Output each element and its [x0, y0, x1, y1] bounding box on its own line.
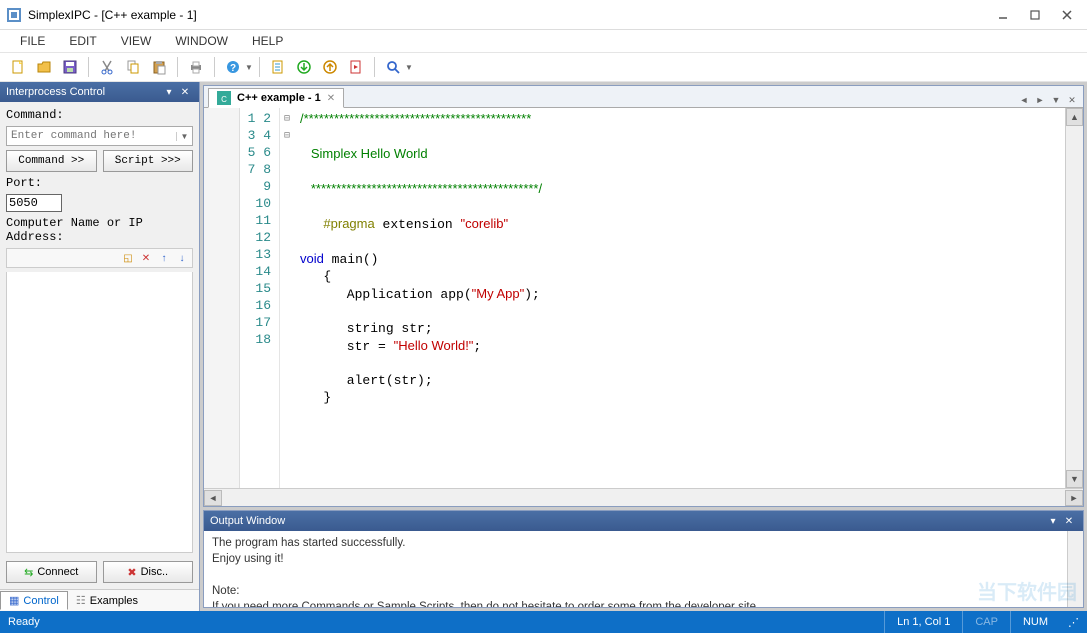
address-list[interactable]: [6, 272, 193, 553]
toolbar: ? ▼ ▼: [0, 52, 1087, 82]
status-ready: Ready: [8, 616, 884, 628]
copy-icon[interactable]: [121, 55, 145, 79]
add-icon[interactable]: ◱: [120, 250, 136, 266]
close-button[interactable]: [1053, 5, 1081, 25]
left-panel-tabs: ▦Control ☷Examples: [0, 589, 199, 611]
command-input[interactable]: [7, 130, 176, 142]
search-icon[interactable]: [381, 55, 405, 79]
margin-column: [204, 108, 240, 488]
command-combo[interactable]: ▼: [6, 126, 193, 146]
menu-window[interactable]: WINDOW: [165, 32, 238, 50]
open-folder-icon[interactable]: [32, 55, 56, 79]
move-up-icon[interactable]: ↑: [156, 250, 172, 266]
menu-view[interactable]: VIEW: [111, 32, 162, 50]
editor-pane: C C++ example - 1 ✕ ◄ ► ▼ ✕ 1 2 3 4 5 6 …: [203, 85, 1084, 507]
tab-close-icon[interactable]: ✕: [327, 93, 335, 104]
left-panel: Interprocess Control ▾ ✕ Command: ▼ Comm…: [0, 82, 200, 611]
svg-text:C: C: [221, 95, 227, 104]
paste-icon[interactable]: [147, 55, 171, 79]
connect-icon: ⇆: [24, 566, 33, 579]
svg-text:?: ?: [230, 63, 236, 74]
combo-dropdown-icon[interactable]: ▼: [176, 132, 192, 141]
right-panel: C C++ example - 1 ✕ ◄ ► ▼ ✕ 1 2 3 4 5 6 …: [200, 82, 1087, 611]
code-editor[interactable]: 1 2 3 4 5 6 7 8 9 10 11 12 13 14 15 16 1…: [204, 108, 1083, 488]
editor-horizontal-scrollbar[interactable]: ◄ ►: [204, 488, 1083, 506]
status-num: NUM: [1010, 611, 1060, 633]
exec-icon[interactable]: [344, 55, 368, 79]
separator: [259, 57, 260, 77]
editor-tab[interactable]: C C++ example - 1 ✕: [208, 88, 344, 108]
address-list-toolbar: ◱ ✕ ↑ ↓: [6, 248, 193, 268]
new-file-icon[interactable]: [6, 55, 30, 79]
tab-next-icon[interactable]: ►: [1033, 93, 1047, 107]
connect-button[interactable]: ⇆Connect: [6, 561, 97, 583]
cpp-file-icon: C: [217, 91, 231, 105]
save-icon[interactable]: [58, 55, 82, 79]
dropdown-icon[interactable]: ▼: [245, 63, 253, 72]
ipc-panel-header: Interprocess Control ▾ ✕: [0, 82, 199, 102]
tab-menu-icon[interactable]: ▼: [1049, 93, 1063, 107]
command-label: Command:: [6, 108, 193, 122]
separator: [214, 57, 215, 77]
scroll-left-icon[interactable]: ◄: [204, 490, 222, 506]
scroll-up-icon[interactable]: ▲: [1066, 108, 1083, 126]
maximize-button[interactable]: [1021, 5, 1049, 25]
scroll-right-icon[interactable]: ►: [1065, 490, 1083, 506]
status-grip-icon[interactable]: ⋰: [1060, 611, 1079, 633]
port-input[interactable]: [6, 194, 62, 212]
menu-edit[interactable]: EDIT: [59, 32, 106, 50]
tab-control[interactable]: ▦Control: [0, 591, 68, 610]
tab-examples[interactable]: ☷Examples: [68, 592, 146, 609]
new-doc-icon[interactable]: [266, 55, 290, 79]
panel-close-icon[interactable]: ✕: [177, 84, 193, 100]
disconnect-icon: ✖: [127, 566, 136, 579]
output-panel-title: Output Window: [210, 515, 1045, 527]
app-icon: [6, 7, 22, 23]
tab-prev-icon[interactable]: ◄: [1017, 93, 1031, 107]
code-area[interactable]: /***************************************…: [294, 108, 1065, 488]
separator: [88, 57, 89, 77]
menu-bar: FILE EDIT VIEW WINDOW HELP: [0, 30, 1087, 52]
print-icon[interactable]: [184, 55, 208, 79]
disconnect-button[interactable]: ✖Disc..: [103, 561, 194, 583]
output-pane: Output Window ▾ ✕ The program has starte…: [203, 510, 1084, 608]
separator: [177, 57, 178, 77]
delete-icon[interactable]: ✕: [138, 250, 154, 266]
port-label: Port:: [6, 176, 193, 190]
tab-close-all-icon[interactable]: ✕: [1065, 93, 1079, 107]
output-panel-header: Output Window ▾ ✕: [204, 511, 1083, 531]
menu-help[interactable]: HELP: [242, 32, 293, 50]
fold-column[interactable]: ⊟ ⊟: [280, 108, 294, 488]
panel-pin-icon[interactable]: ▾: [161, 84, 177, 100]
run-down-icon[interactable]: [292, 55, 316, 79]
status-bar: Ready Ln 1, Col 1 CAP NUM ⋰: [0, 611, 1087, 633]
script-button[interactable]: Script >>>: [103, 150, 194, 172]
panel-close-icon[interactable]: ✕: [1061, 513, 1077, 529]
minimize-button[interactable]: [989, 5, 1017, 25]
command-button[interactable]: Command >>: [6, 150, 97, 172]
title-bar: SimplexIPC - [C++ example - 1]: [0, 0, 1087, 30]
output-vertical-scrollbar[interactable]: [1067, 531, 1083, 607]
move-down-icon[interactable]: ↓: [174, 250, 190, 266]
separator: [374, 57, 375, 77]
ipc-panel-title: Interprocess Control: [6, 86, 161, 98]
address-label: Computer Name or IP Address:: [6, 216, 193, 244]
line-number-gutter: 1 2 3 4 5 6 7 8 9 10 11 12 13 14 15 16 1…: [240, 108, 280, 488]
panel-pin-icon[interactable]: ▾: [1045, 513, 1061, 529]
scroll-down-icon[interactable]: ▼: [1066, 470, 1083, 488]
output-text[interactable]: The program has started successfully.Enj…: [204, 531, 1083, 607]
editor-vertical-scrollbar[interactable]: ▲ ▼: [1065, 108, 1083, 488]
menu-file[interactable]: FILE: [10, 32, 55, 50]
editor-tab-strip: C C++ example - 1 ✕ ◄ ► ▼ ✕: [204, 86, 1083, 108]
cut-icon[interactable]: [95, 55, 119, 79]
examples-tab-icon: ☷: [76, 594, 86, 607]
window-title: SimplexIPC - [C++ example - 1]: [28, 8, 989, 22]
status-cap: CAP: [962, 611, 1010, 633]
editor-tab-label: C++ example - 1: [237, 92, 321, 104]
run-up-icon[interactable]: [318, 55, 342, 79]
control-tab-icon: ▦: [9, 594, 19, 607]
dropdown-icon[interactable]: ▼: [405, 63, 413, 72]
help-icon[interactable]: ?: [221, 55, 245, 79]
status-position: Ln 1, Col 1: [884, 611, 962, 633]
